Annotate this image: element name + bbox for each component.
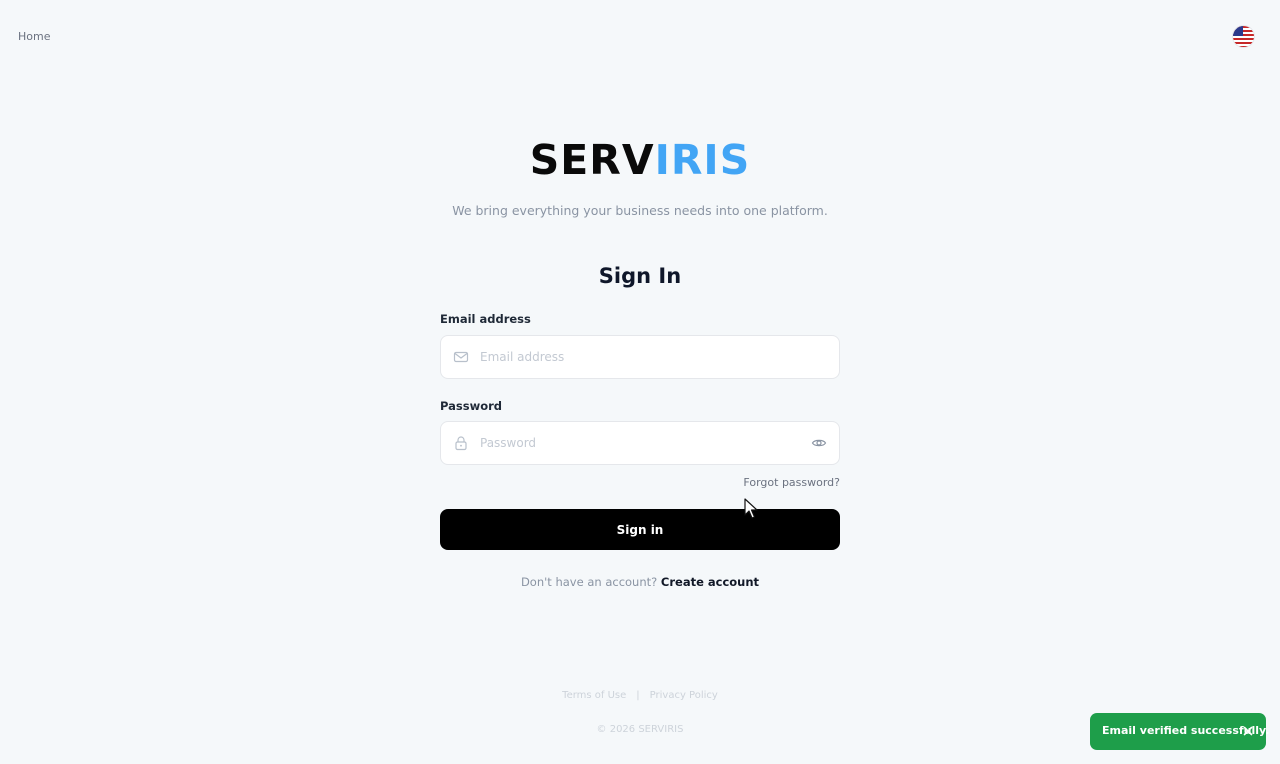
sign-in-button[interactable]: Sign in: [440, 509, 840, 550]
email-input[interactable]: [480, 336, 800, 378]
lock-icon: [455, 436, 467, 451]
brand-logo-part1: SERV: [529, 136, 655, 184]
create-account-link[interactable]: Create account: [661, 575, 759, 589]
forgot-password-link[interactable]: Forgot password?: [740, 476, 840, 489]
sign-in-page: Home SERVIRIS We bring everything your b…: [0, 0, 1280, 764]
password-label: Password: [440, 399, 502, 413]
privacy-link[interactable]: Privacy Policy: [650, 690, 718, 701]
home-link[interactable]: Home: [18, 30, 50, 43]
password-field-wrapper: [440, 421, 840, 465]
footer-separator: |: [636, 690, 640, 701]
eye-icon[interactable]: [811, 435, 827, 451]
brand-logo-part2: IRIS: [654, 136, 751, 184]
password-input[interactable]: [480, 422, 800, 464]
email-field-wrapper: [440, 335, 840, 379]
page-title: Sign In: [598, 264, 682, 288]
terms-link[interactable]: Terms of Use: [562, 690, 626, 701]
mail-icon: [453, 351, 469, 363]
email-label: Email address: [440, 312, 531, 326]
brand-logo: SERVIRIS: [0, 136, 1280, 184]
tagline: We bring everything your business needs …: [452, 203, 828, 218]
signup-prompt-line: Don't have an account? Create account: [0, 575, 1280, 589]
mouse-cursor-icon: [744, 498, 758, 519]
footer-links: Terms of Use | Privacy Policy: [0, 690, 1280, 701]
signup-prompt-text: Don't have an account?: [520, 575, 658, 589]
close-icon[interactable]: [1240, 723, 1256, 739]
success-toast: Email verified successfully.: [1090, 713, 1269, 750]
us-flag-icon[interactable]: [1233, 26, 1254, 47]
copyright-text: © 2026 SERVIRIS: [596, 724, 684, 735]
